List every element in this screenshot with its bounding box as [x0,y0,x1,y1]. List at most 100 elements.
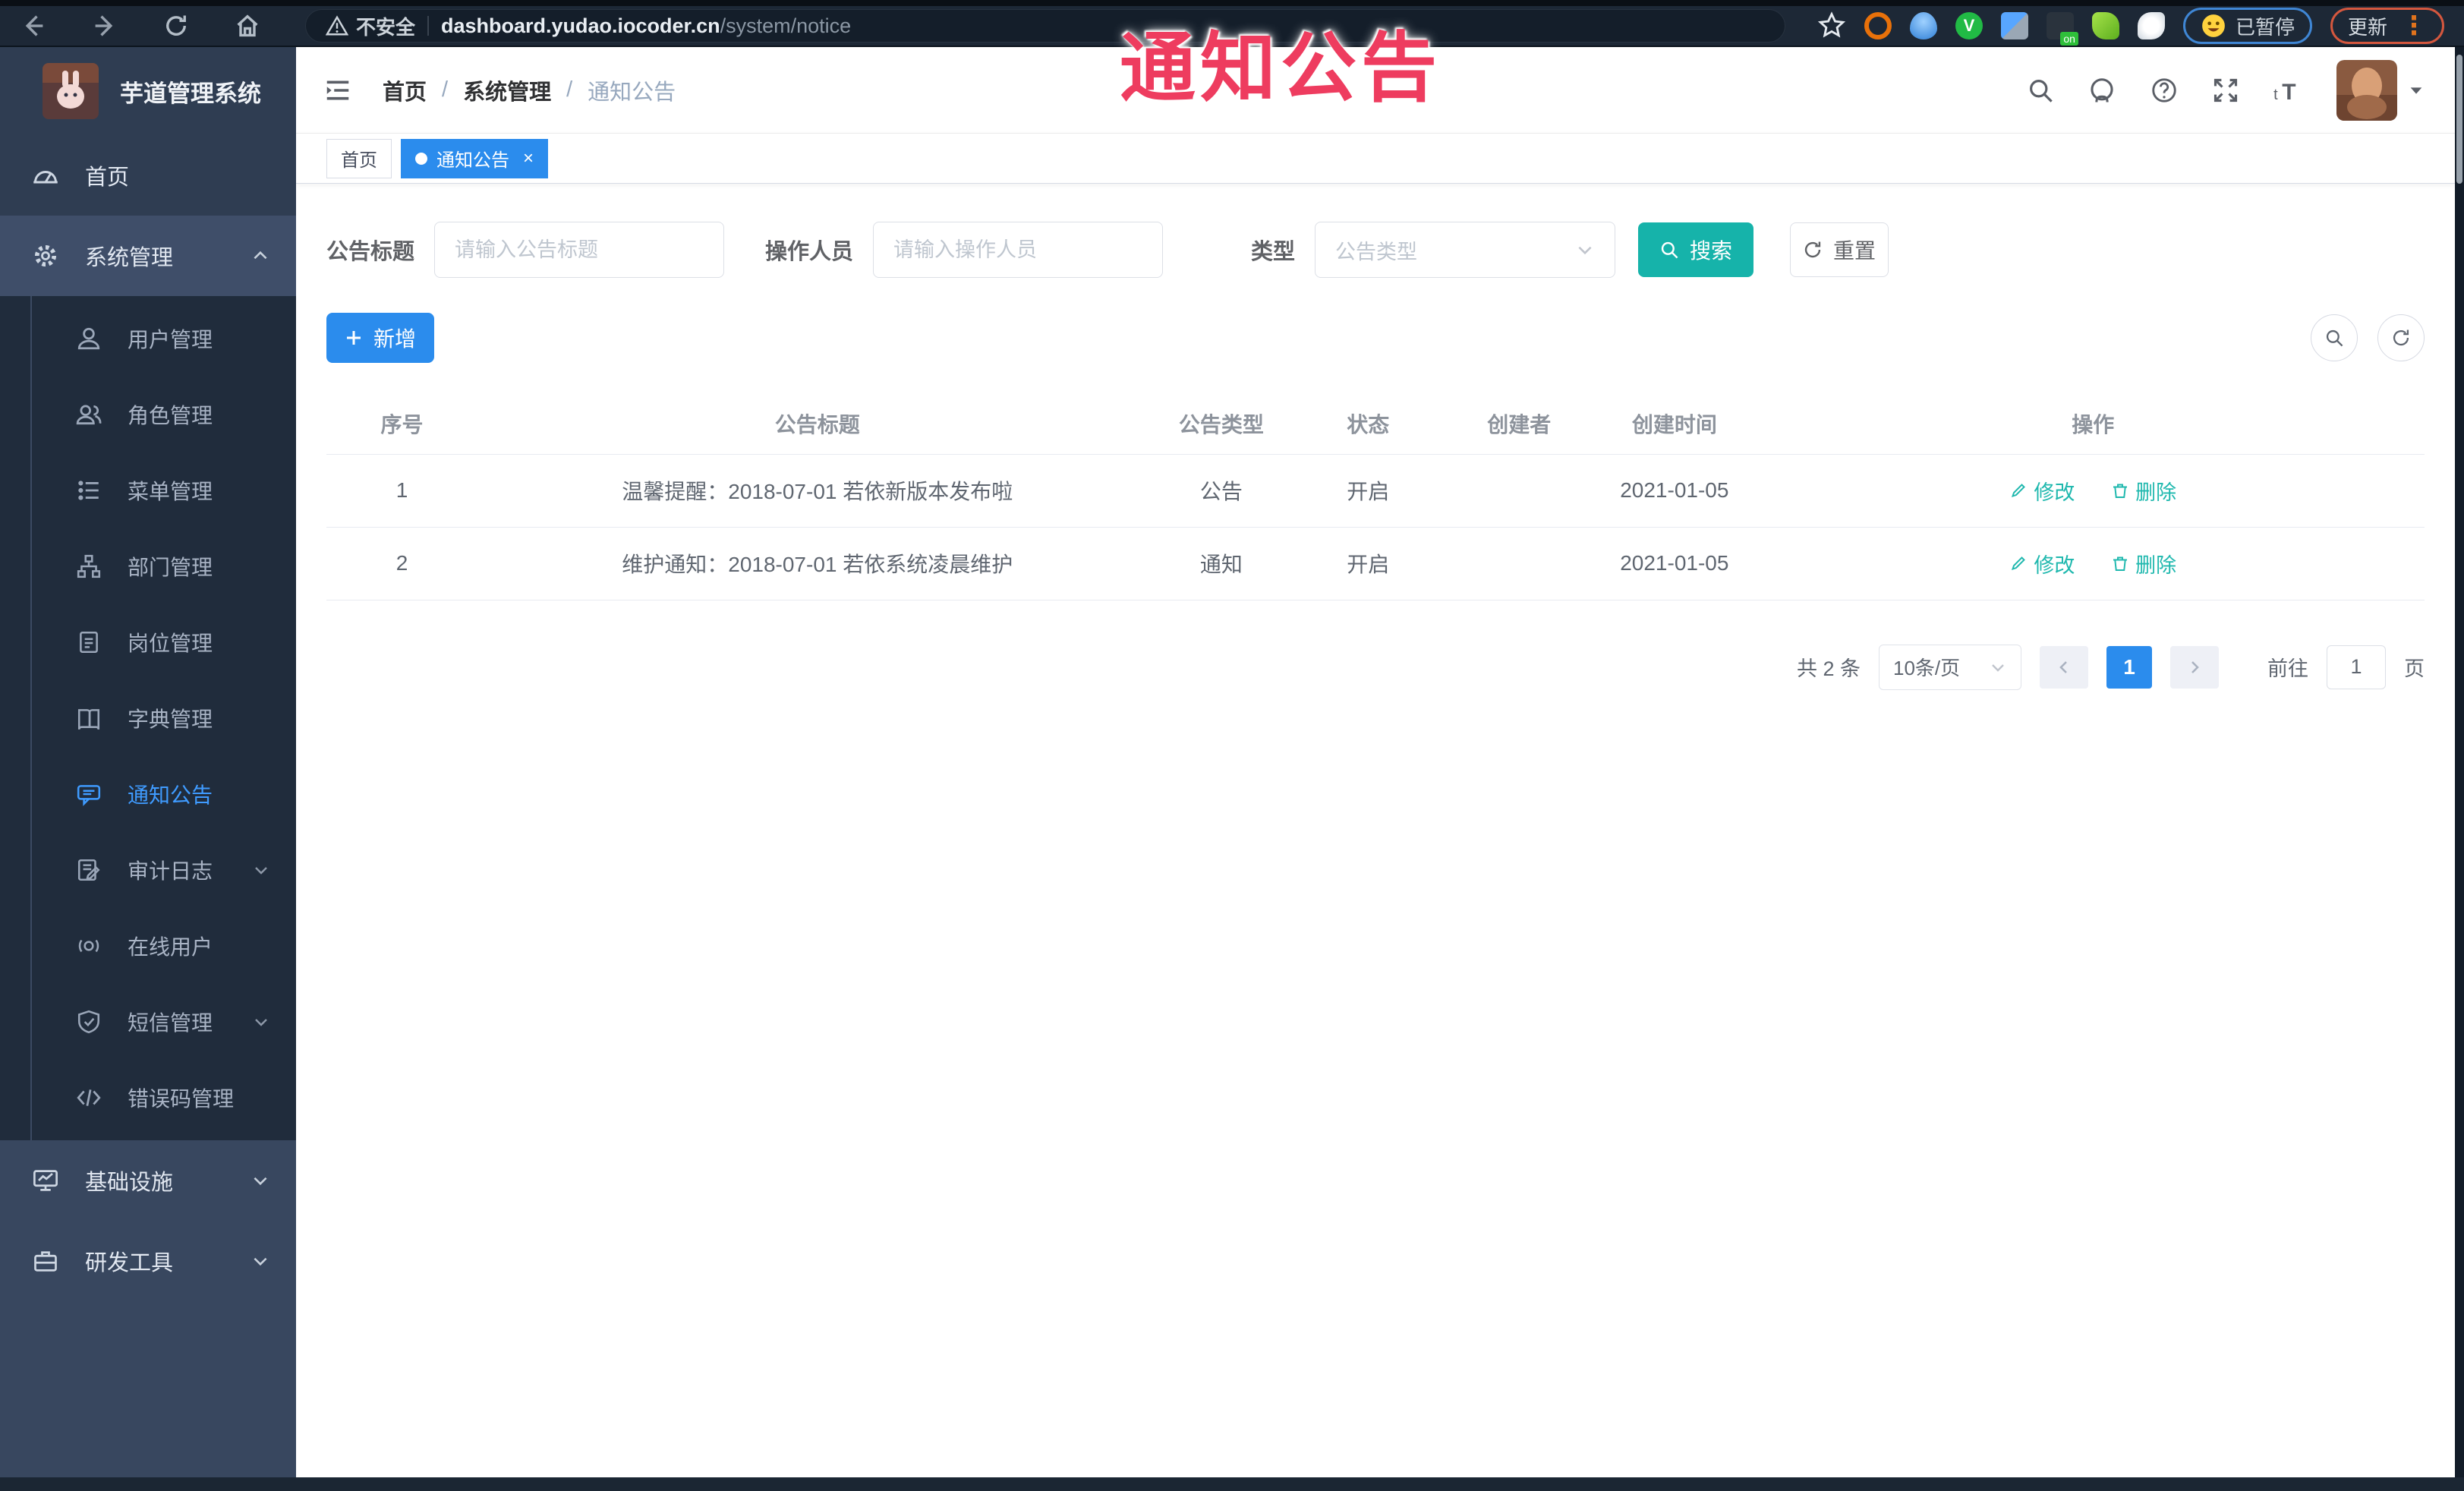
refresh-table-button[interactable] [2377,314,2425,361]
sidebar-item-label: 部门管理 [128,556,213,579]
goto-page-input[interactable] [2327,645,2386,689]
page-content: 公告标题 操作人员 类型 公告类型 搜索 重置 新增 [296,184,2455,690]
window-bottom-edge [0,1477,2464,1491]
sidebar-item-label: 通知公告 [128,783,213,807]
add-button[interactable]: 新增 [326,313,434,363]
sidebar-item-error-codes[interactable]: 错误码管理 [0,1060,296,1136]
chevron-down-icon [255,867,267,875]
app-logo-row[interactable]: 芋道管理系统 [0,47,296,135]
svg-text:t: t [2273,87,2278,103]
extension-blue-drop-icon[interactable] [1909,12,1937,39]
search-button[interactable]: 搜索 [1638,222,1754,277]
sidebar-item-online-users[interactable]: 在线用户 [0,908,296,984]
col-index: 序号 [326,393,477,455]
sidebar-item-home[interactable]: 首页 [0,135,296,216]
sidebar-item-label: 基础设施 [85,1171,174,1195]
magnifier-icon [1661,241,1678,259]
goto-label: 前往 [2267,657,2308,680]
chevron-down-icon [254,1177,267,1186]
sidebar-item-audit-log[interactable]: 审计日志 [0,832,296,908]
cell-status: 开启 [1285,454,1451,528]
tab-home[interactable]: 首页 [326,138,392,178]
chevron-down-icon [255,1019,267,1026]
breadcrumb-system[interactable]: 系统管理 [463,74,551,106]
home-icon[interactable] [234,12,261,39]
breadcrumb: 首页 / 系统管理 / 通知公告 [383,74,676,106]
sidebar-item-posts[interactable]: 岗位管理 [0,604,296,680]
sidebar-item-sms[interactable]: 短信管理 [0,984,296,1060]
log-icon [77,859,100,881]
type-select[interactable]: 公告类型 [1315,222,1616,278]
notice-title-input[interactable] [434,222,725,278]
extension-white-flower-icon[interactable] [2137,12,2165,39]
url-text: dashboard.yudao.iocoder.cn/system/notice [441,14,852,37]
extension-switcher-icon[interactable]: on [2046,12,2078,46]
browser-scrollbar[interactable] [2455,47,2464,1491]
user-menu[interactable] [2336,59,2425,121]
breadcrumb-separator: / [566,77,573,102]
online-icon [78,939,99,953]
pencil-icon [2012,484,2026,498]
sidebar: 芋道管理系统 首页 系统管理 用户管理 角色管理 菜单管理 部门管理 岗位管理 [0,47,296,1477]
font-size-icon[interactable]: tT [2273,77,2303,104]
sidebar-item-departments[interactable]: 部门管理 [0,528,296,604]
sidebar-item-dev-tools[interactable]: 研发工具 [0,1221,296,1301]
github-icon[interactable] [2087,76,2116,105]
sidebar-item-label: 角色管理 [128,404,213,427]
page-size-select[interactable]: 10条/页 [1879,644,2021,690]
scrollbar-thumb[interactable] [2456,55,2462,184]
prev-page-button[interactable] [2040,645,2088,689]
tab-notice[interactable]: 通知公告 × [401,138,549,178]
toggle-search-button[interactable] [2311,314,2358,361]
extension-vue-devtools-icon[interactable]: V [1955,12,1983,39]
app-title: 芋道管理系统 [120,80,261,107]
sidebar-item-label: 在线用户 [128,935,213,959]
bookmark-star-icon[interactable] [1817,11,1846,40]
sidebar-item-users[interactable]: 用户管理 [0,301,296,377]
edit-button[interactable]: 修改 [2009,476,2075,506]
search-form: 公告标题 操作人员 类型 公告类型 搜索 重置 [326,222,2425,278]
col-creator: 创建者 [1451,393,1588,455]
forward-icon[interactable] [91,12,118,39]
total-count: 共 2 条 [1796,657,1861,680]
edit-button[interactable]: 修改 [2009,549,2075,578]
search-icon[interactable] [2027,77,2054,104]
fullscreen-icon[interactable] [2212,77,2239,104]
next-page-button[interactable] [2170,645,2219,689]
col-actions: 操作 [1761,393,2425,455]
browser-menu-icon[interactable]: ⋮ [2401,12,2427,39]
trash-icon [2113,484,2128,498]
back-icon[interactable] [20,12,47,39]
page-number-current[interactable]: 1 [2106,645,2152,689]
delete-button[interactable]: 删除 [2111,549,2176,578]
sidebar-item-dict[interactable]: 字典管理 [0,680,296,756]
operator-input[interactable] [873,222,1164,278]
on-badge: on [2060,32,2078,46]
browser-update-button[interactable]: 更新 ⋮ [2330,8,2444,44]
sidebar-item-infrastructure[interactable]: 基础设施 [0,1140,296,1221]
question-icon[interactable] [2150,76,2179,105]
cell-creator [1451,454,1588,528]
chevron-left-icon [2059,660,2067,673]
book-icon [77,709,100,730]
extension-orange-icon[interactable] [1864,12,1892,39]
paused-extension-chip[interactable]: 已暂停 [2182,8,2312,44]
extension-blue-diamond-icon[interactable] [2000,12,2028,39]
breadcrumb-home[interactable]: 首页 [383,74,427,106]
sidebar-item-system[interactable]: 系统管理 [0,216,296,296]
sidebar-item-notice[interactable]: 通知公告 [0,756,296,832]
cell-type: 通知 [1157,527,1286,600]
extensions-area: V on 已暂停 更新 ⋮ [1817,8,2444,46]
sidebar-item-roles[interactable]: 角色管理 [0,377,296,452]
hamburger-icon[interactable] [323,76,352,105]
reload-icon[interactable] [162,12,190,39]
reset-button[interactable]: 重置 [1790,222,1889,277]
close-icon[interactable]: × [523,148,534,169]
annotation-overlay: 通知公告 [1120,26,1442,111]
sidebar-item-menus[interactable]: 菜单管理 [0,452,296,528]
extension-green-leaf-icon[interactable] [2091,12,2119,39]
not-secure-warning[interactable]: 不安全 [326,12,415,40]
sidebar-item-label: 用户管理 [128,328,213,351]
address-bar[interactable]: 不安全 dashboard.yudao.iocoder.cn/system/no… [305,9,1785,43]
delete-button[interactable]: 删除 [2111,476,2176,506]
